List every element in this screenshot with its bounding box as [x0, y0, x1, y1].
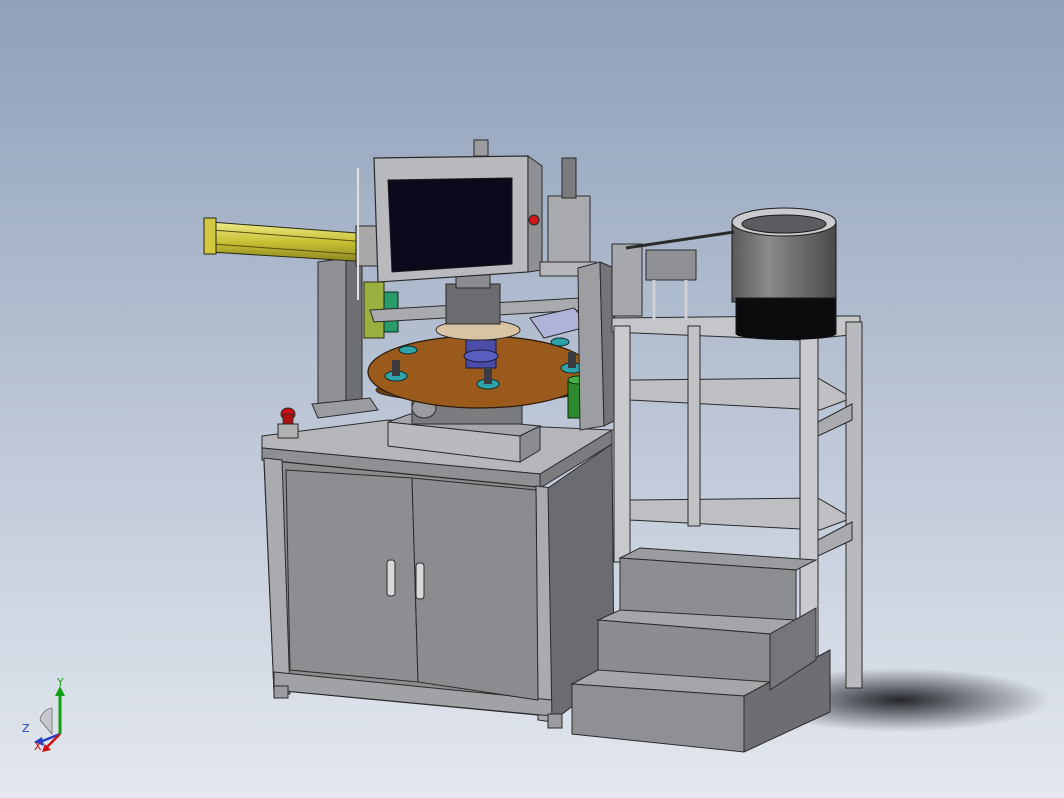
triad-sphere-icon	[39, 707, 53, 736]
door-handle-right[interactable]	[415, 562, 425, 600]
fixture-nest-5[interactable]	[550, 337, 570, 347]
machine-cabinet[interactable]	[261, 419, 615, 729]
orientation-triad[interactable]: Y Z X	[18, 676, 78, 752]
door-handle-left[interactable]	[386, 559, 396, 597]
y-axis-label: Y	[56, 676, 64, 689]
fixture-nest-4[interactable]	[398, 345, 418, 355]
z-axis-label: Z	[22, 722, 30, 735]
vibratory-bowl-feeder[interactable]	[731, 207, 837, 340]
x-axis-label: X	[34, 740, 42, 752]
cad-viewport[interactable]: Y Z X	[0, 0, 1064, 798]
indicator-light	[528, 214, 540, 226]
assembly-model-view[interactable]	[0, 0, 1064, 798]
